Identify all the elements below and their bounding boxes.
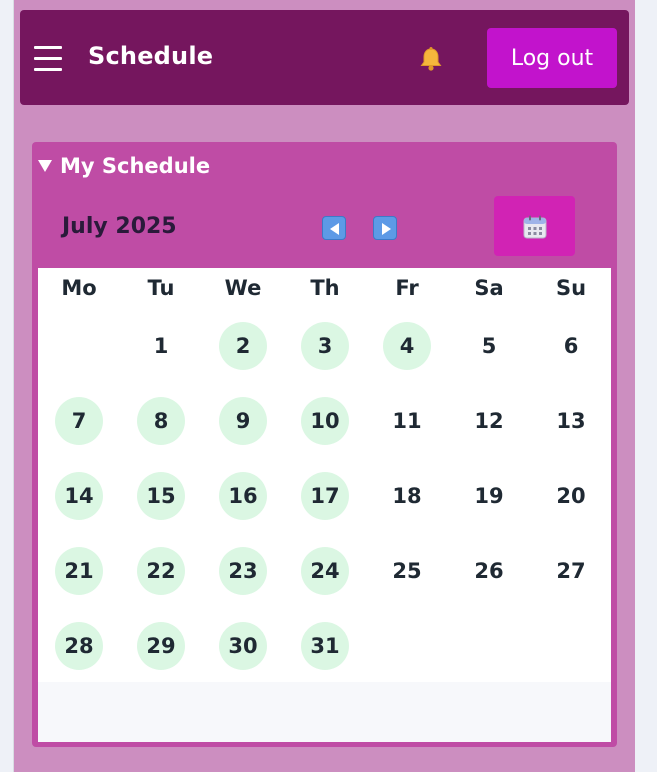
logout-button[interactable]: Log out xyxy=(487,28,617,88)
calendar-day-scheduled[interactable]: 14 xyxy=(55,472,103,520)
calendar-day-scheduled[interactable]: 28 xyxy=(55,622,103,670)
calendar-day-scheduled[interactable]: 30 xyxy=(219,622,267,670)
calendar-day-scheduled[interactable]: 23 xyxy=(219,547,267,595)
calendar-day-scheduled[interactable]: 21 xyxy=(55,547,103,595)
hamburger-menu-icon[interactable] xyxy=(34,45,62,71)
weekday-header: Mo xyxy=(61,276,97,300)
calendar-day[interactable]: 18 xyxy=(383,472,431,520)
calendar-day-scheduled[interactable]: 3 xyxy=(301,322,349,370)
arrow-right-icon xyxy=(382,223,391,235)
weekday-header: Tu xyxy=(147,276,175,300)
my-schedule-panel: My Schedule July 2025 Mo Tu We Th Fr Sa … xyxy=(32,142,617,747)
calendar-day-scheduled[interactable]: 2 xyxy=(219,322,267,370)
month-label: July 2025 xyxy=(62,214,177,239)
calendar-day[interactable]: 1 xyxy=(137,322,185,370)
calendar-day[interactable]: 12 xyxy=(465,397,513,445)
calendar-day[interactable]: 27 xyxy=(547,547,595,595)
calendar-day-scheduled[interactable]: 22 xyxy=(137,547,185,595)
calendar-day[interactable]: 26 xyxy=(465,547,513,595)
calendar-day[interactable]: 11 xyxy=(383,397,431,445)
calendar-footer xyxy=(38,682,611,742)
weekday-header: Th xyxy=(310,276,340,300)
calendar-day[interactable]: 5 xyxy=(465,322,513,370)
calendar-day-scheduled[interactable]: 16 xyxy=(219,472,267,520)
panel-toggle[interactable]: My Schedule xyxy=(38,154,210,178)
calendar-day-scheduled[interactable]: 15 xyxy=(137,472,185,520)
bell-icon[interactable] xyxy=(418,46,444,72)
page-title: Schedule xyxy=(88,42,214,70)
calendar-day-scheduled[interactable]: 29 xyxy=(137,622,185,670)
calendar-day-scheduled[interactable]: 8 xyxy=(137,397,185,445)
prev-month-button[interactable] xyxy=(322,216,346,240)
collapse-triangle-icon xyxy=(38,160,52,172)
next-month-button[interactable] xyxy=(373,216,397,240)
arrow-left-icon xyxy=(330,223,339,235)
calendar-day-scheduled[interactable]: 7 xyxy=(55,397,103,445)
calendar-icon xyxy=(523,215,547,239)
calendar-day[interactable]: 19 xyxy=(465,472,513,520)
weekday-header: Su xyxy=(555,276,587,300)
app-header: Schedule Log out xyxy=(20,10,629,105)
page-left-edge xyxy=(0,0,14,772)
app-frame: Schedule Log out My Schedule July 2025 M… xyxy=(14,0,635,772)
calendar-day-scheduled[interactable]: 17 xyxy=(301,472,349,520)
month-calendar: Mo Tu We Th Fr Sa Su 1 2 3 4 5 6 7 8 9 10 11 12 13 14 15 16 17 1… xyxy=(38,268,611,742)
calendar-day[interactable]: 25 xyxy=(383,547,431,595)
calendar-day-scheduled[interactable]: 4 xyxy=(383,322,431,370)
calendar-day[interactable]: 20 xyxy=(547,472,595,520)
calendar-day-scheduled[interactable]: 31 xyxy=(301,622,349,670)
weekday-header: Sa xyxy=(474,276,504,300)
calendar-day[interactable]: 13 xyxy=(547,397,595,445)
weekday-header: We xyxy=(224,276,262,300)
calendar-picker-button[interactable] xyxy=(494,196,575,256)
calendar-day-scheduled[interactable]: 10 xyxy=(301,397,349,445)
weekday-header: Fr xyxy=(395,276,419,300)
panel-title: My Schedule xyxy=(60,154,211,178)
calendar-day-scheduled[interactable]: 24 xyxy=(301,547,349,595)
calendar-day[interactable]: 6 xyxy=(547,322,595,370)
calendar-day-scheduled[interactable]: 9 xyxy=(219,397,267,445)
